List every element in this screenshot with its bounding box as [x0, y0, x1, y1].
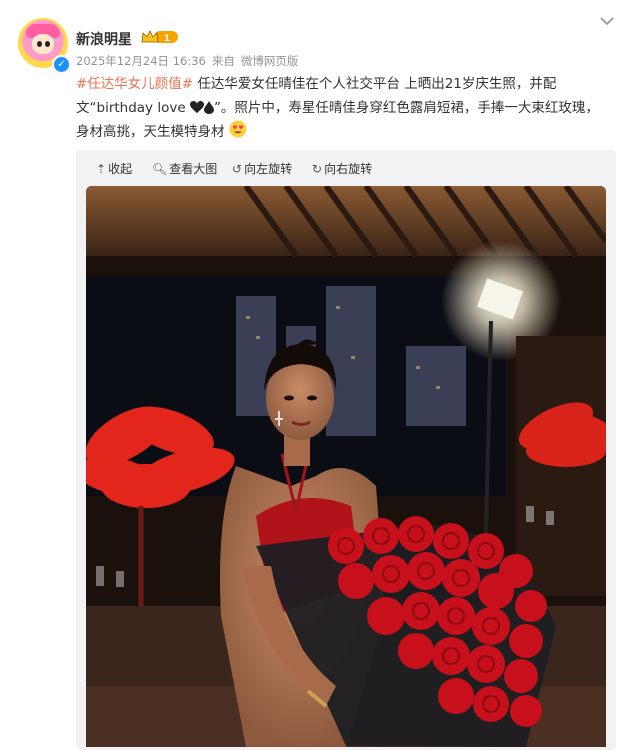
- account-name[interactable]: 新浪明星: [76, 29, 132, 49]
- collapse-icon: ⇡: [96, 162, 107, 176]
- hashtag-link[interactable]: #任达华女儿颜值#: [76, 76, 193, 92]
- rotate-left-label: 向左旋转: [244, 162, 293, 176]
- view-large-button[interactable]: 🔍︎ 查看大图: [152, 160, 217, 177]
- svg-text:1: 1: [164, 34, 170, 44]
- post-text: #任达华女儿颜值# 任达华爱女任晴佳在个人社交平台 上晒出21岁庆生照，并配文“…: [76, 72, 606, 144]
- chevron-down-icon[interactable]: [598, 12, 616, 30]
- post-photo[interactable]: [86, 186, 606, 747]
- collapse-button[interactable]: ⇡ 收起: [96, 160, 132, 177]
- avatar-eye-right: [45, 41, 50, 47]
- collapse-label: 收起: [108, 162, 133, 176]
- rotate-right-button[interactable]: ↻ 向右旋转: [312, 160, 372, 177]
- post-source[interactable]: 微博网页版: [241, 54, 299, 68]
- rotate-right-label: 向右旋转: [324, 162, 373, 176]
- search-icon: 🔍︎: [152, 162, 168, 176]
- rotate-left-icon: ↺: [232, 162, 243, 176]
- post-date[interactable]: 2025年12月24日 16:36: [76, 54, 206, 68]
- rotate-left-button[interactable]: ↺ 向左旋转: [232, 160, 292, 177]
- source-prefix: 来自: [211, 54, 235, 68]
- view-large-label: 查看大图: [169, 162, 218, 176]
- photo-illustration: [86, 186, 606, 747]
- avatar-face: [32, 34, 54, 54]
- heart-eyes-emoji-icon: [229, 120, 247, 138]
- vip-crown-badge-icon[interactable]: 1: [140, 29, 180, 45]
- rotate-right-icon: ↻: [312, 162, 323, 176]
- avatar-eye-left: [37, 41, 42, 47]
- verified-v-icon: ✓: [52, 55, 71, 74]
- black-heart-icon: [189, 101, 204, 113]
- black-drop-icon: [203, 101, 214, 114]
- post-meta: 2025年12月24日 16:36 来自 微博网页版: [76, 53, 304, 69]
- weibo-post-card: ✓ 新浪明星 1 2025年12月24日 16:36 来自 微博网页版 #任达华女儿…: [0, 0, 625, 750]
